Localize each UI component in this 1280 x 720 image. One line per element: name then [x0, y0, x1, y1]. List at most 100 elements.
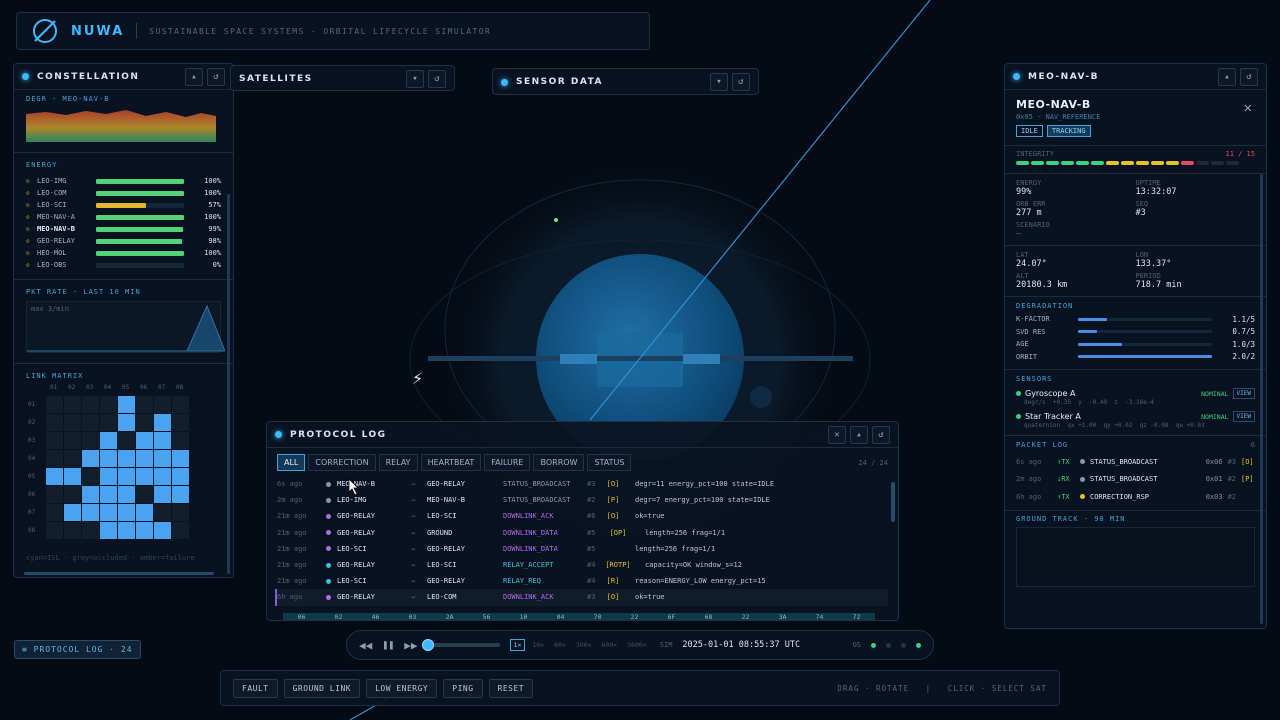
matrix-cell[interactable]	[100, 486, 117, 503]
view-button[interactable]: VIEW	[1232, 411, 1255, 422]
matrix-cell[interactable]	[100, 504, 117, 521]
matrix-cell[interactable]	[154, 432, 171, 449]
timeline-knob[interactable]	[421, 639, 434, 651]
pause-icon[interactable]: ❚❚	[382, 640, 394, 651]
collapse-button[interactable]: ▴	[1218, 67, 1236, 86]
scrollbar[interactable]	[891, 482, 895, 522]
scrollbar[interactable]	[1260, 174, 1263, 624]
matrix-cell[interactable]	[64, 396, 81, 413]
energy-row[interactable]: ⊙ LEO-SCI 57%	[26, 199, 221, 211]
energy-row[interactable]: ⊙ GEO-RELAY 98%	[26, 235, 221, 247]
ping-button[interactable]: PING	[443, 678, 483, 698]
energy-row[interactable]: ⊙ LEO-IMG 100%	[26, 175, 221, 187]
matrix-cell[interactable]	[82, 396, 99, 413]
log-row[interactable]: 6h ago GEO-RELAY → LEO-COM DOWNLINK_ACK #3 [O]…	[275, 589, 888, 606]
matrix-cell[interactable]	[118, 396, 135, 413]
fast-forward-icon[interactable]: ▶▶	[404, 639, 417, 652]
matrix-cell[interactable]	[154, 486, 171, 503]
speed-option[interactable]: 3600×	[624, 640, 650, 650]
matrix-cell[interactable]	[136, 432, 153, 449]
matrix-cell[interactable]	[118, 504, 135, 521]
matrix-cell[interactable]	[136, 468, 153, 485]
sensor-item[interactable]: Star Tracker A NOMINAL VIEW quaternion qx +…	[1016, 411, 1255, 429]
matrix-cell[interactable]	[136, 396, 153, 413]
matrix-cell[interactable]	[154, 450, 171, 467]
matrix-cell[interactable]	[172, 468, 189, 485]
matrix-cell[interactable]	[154, 504, 171, 521]
matrix-cell[interactable]	[64, 414, 81, 431]
matrix-cell[interactable]	[172, 396, 189, 413]
scrollbar[interactable]	[227, 194, 230, 574]
matrix-cell[interactable]	[64, 450, 81, 467]
speed-option[interactable]: 600×	[599, 640, 621, 650]
energy-row[interactable]: ⊙ LEO-COM 100%	[26, 187, 221, 199]
reset-button[interactable]: ↺	[872, 425, 890, 444]
matrix-cell[interactable]	[82, 504, 99, 521]
satellite-glyph[interactable]: ⚡	[412, 369, 423, 388]
matrix-cell[interactable]	[82, 432, 99, 449]
expand-button[interactable]: ▾	[710, 73, 728, 91]
matrix-cell[interactable]	[172, 486, 189, 503]
matrix-cell[interactable]	[172, 522, 189, 539]
filter-correction[interactable]: CORRECTION	[308, 454, 376, 471]
matrix-cell[interactable]	[46, 414, 63, 431]
timeline-slider[interactable]	[421, 639, 500, 651]
satellite-marker[interactable]	[554, 218, 558, 222]
matrix-cell[interactable]	[46, 504, 63, 521]
log-row[interactable]: 21m ago LEO-SCI → GEO-RELAY DOWNLINK_DATA #5 l…	[277, 541, 888, 557]
matrix-cell[interactable]	[118, 486, 135, 503]
packet-row[interactable]: 6h ago ↑TX CORRECTION_RSP 0x03 #2	[1016, 488, 1255, 506]
speed-option[interactable]: 1×	[509, 639, 526, 651]
log-row[interactable]: 21m ago LEO-SCI → GEO-RELAY RELAY_REQ #4 [R] re…	[277, 573, 888, 589]
matrix-cell[interactable]	[100, 432, 117, 449]
low-energy-button[interactable]: LOW ENERGY	[366, 678, 438, 698]
reset-button[interactable]: ↺	[1240, 67, 1258, 86]
matrix-cell[interactable]	[154, 522, 171, 539]
matrix-cell[interactable]	[118, 468, 135, 485]
speed-option[interactable]: 300×	[573, 640, 595, 650]
matrix-cell[interactable]	[118, 522, 135, 539]
matrix-cell[interactable]	[46, 486, 63, 503]
satellites-header[interactable]: SATELLITES ▾ ↺	[231, 66, 454, 92]
matrix-cell[interactable]	[46, 450, 63, 467]
reset-button[interactable]: ↺	[207, 67, 225, 86]
matrix-cell[interactable]	[118, 450, 135, 467]
packet-row[interactable]: 6s ago ↑TX STATUS_BROADCAST 0x06 #3 [O]	[1016, 453, 1255, 471]
matrix-cell[interactable]	[172, 414, 189, 431]
packet-row[interactable]: 2m ago ↓RX STATUS_BROADCAST 0x01 #2 [P]	[1016, 471, 1255, 489]
matrix-cell[interactable]	[172, 432, 189, 449]
ground-link-button[interactable]: GROUND LINK	[283, 678, 361, 698]
filter-status[interactable]: STATUS	[587, 454, 632, 471]
fault-button[interactable]: FAULT	[233, 678, 278, 698]
energy-row[interactable]: ⊙ LEO-OBS 0%	[26, 259, 221, 271]
log-row[interactable]: 6s ago MEO-NAV-B → GEO-RELAY STATUS_BROADCAS…	[277, 476, 888, 492]
matrix-cell[interactable]	[64, 468, 81, 485]
log-row[interactable]: 21m ago GEO-RELAY → LEO-SCI DOWNLINK_ACK #6 [O…	[277, 508, 888, 524]
matrix-cell[interactable]	[82, 522, 99, 539]
matrix-cell[interactable]	[82, 450, 99, 467]
filter-all[interactable]: ALL	[277, 454, 306, 471]
matrix-cell[interactable]	[172, 450, 189, 467]
rewind-icon[interactable]: ◀◀	[359, 639, 372, 652]
matrix-cell[interactable]	[100, 396, 117, 413]
matrix-cell[interactable]	[64, 504, 81, 521]
matrix-cell[interactable]	[100, 522, 117, 539]
collapse-button[interactable]: ▴	[185, 67, 203, 86]
reset-button[interactable]: RESET	[488, 678, 534, 698]
link-matrix[interactable]: 01 02 03 04 05 06 07 08 01 02 03 04 05 06 07 08	[26, 384, 196, 548]
matrix-cell[interactable]	[136, 522, 153, 539]
matrix-cell[interactable]	[136, 504, 153, 521]
collapse-button[interactable]: ▴	[850, 425, 868, 444]
ground-track-map[interactable]	[1016, 526, 1255, 587]
speed-option[interactable]: 10×	[529, 640, 547, 650]
log-row[interactable]: 21m ago GEO-RELAY → LEO-SCI RELAY_ACCEPT #4 [R…	[277, 557, 888, 573]
sensor-item[interactable]: Gyroscope A NOMINAL VIEW degr/s +0.35 y -0.…	[1016, 388, 1255, 406]
matrix-cell[interactable]	[136, 486, 153, 503]
expand-button[interactable]: ▾	[406, 70, 424, 88]
detail-header[interactable]: MEO-NAV-B ▴ ↺	[1005, 64, 1266, 90]
matrix-cell[interactable]	[46, 396, 63, 413]
matrix-cell[interactable]	[100, 468, 117, 485]
matrix-cell[interactable]	[136, 450, 153, 467]
energy-row[interactable]: ⊙ MEO-NAV-B 99%	[26, 223, 221, 235]
reset-button[interactable]: ↺	[428, 70, 446, 88]
